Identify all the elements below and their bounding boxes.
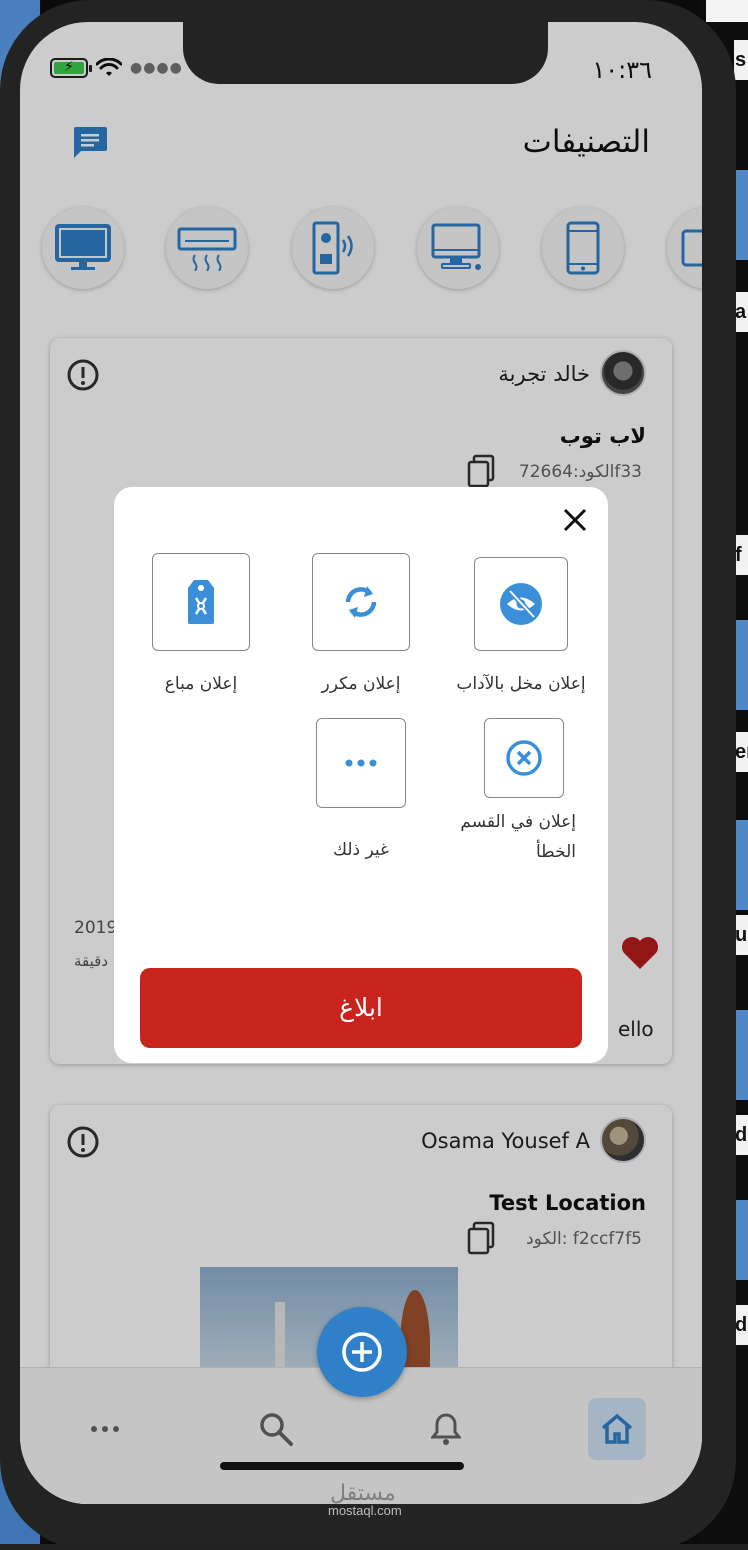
tab-notifications[interactable] [417,1398,475,1460]
tv-icon [55,224,111,270]
post-code: الكود:72664f33 [518,462,642,482]
report-modal: إعلان مخل بالآداب إعلان مكرر إعلان مباع … [114,487,608,1063]
report-option-indecent[interactable] [474,557,568,651]
close-circle-icon [506,740,542,776]
air-conditioner-icon [177,227,237,271]
chat-icon[interactable] [72,125,108,159]
category-speaker[interactable] [292,207,374,289]
status-time: ١٠:٣٦ [592,56,652,84]
report-option-label: إعلان في القسم الخطأ [444,807,604,867]
home-indicator [220,1462,464,1470]
report-option-label-line2: الخطأ [535,842,576,862]
report-option-sold[interactable] [152,553,250,651]
report-option-label: غير ذلك [333,840,389,860]
category-air-conditioner[interactable] [166,207,248,289]
post-username[interactable]: خالد تجربة [498,362,590,386]
watermark-text: mostaql.com [328,1503,402,1518]
avatar[interactable] [600,1117,646,1163]
category-mobile[interactable] [542,207,624,289]
category-desktop[interactable] [417,207,499,289]
tab-more[interactable] [76,1398,134,1460]
report-submit-button[interactable]: ابلاغ [140,968,582,1048]
report-option-duplicate[interactable] [312,553,410,651]
status-icons: ⚡ ●●●● [50,58,183,78]
report-option-label: إعلان مباع [164,674,238,694]
desktop-computer-icon [431,223,481,270]
bottom-edge [0,1544,748,1550]
close-icon[interactable] [560,505,590,535]
mobile-phone-icon [566,221,600,275]
report-option-label: إعلان مكرر [321,674,401,694]
background-thumb [706,0,748,22]
bg-fragment: er [734,732,748,772]
post-code: الكود: f2ccf7f5 [526,1229,642,1249]
speaker-icon [312,221,353,275]
post-title[interactable]: Test Location [489,1191,646,1215]
report-option-wrong-section[interactable] [484,718,564,798]
bg-fragment: d [734,1115,748,1155]
report-option-label: إعلان مخل بالآداب [456,674,586,694]
tablet-icon [681,229,702,267]
report-alert-icon[interactable] [66,358,100,392]
bg-fragment-blue [734,1200,748,1280]
refresh-icon [345,586,377,618]
more-dots-icon [345,759,377,767]
bg-fragment-blue [734,1010,748,1100]
copy-icon[interactable] [466,1221,496,1255]
bg-fragment: f [734,535,748,575]
notch [183,22,548,84]
post-time-ago: دقيقة [74,952,109,970]
page-title: التصنيفات [522,124,650,160]
wifi-icon [96,58,122,76]
plus-circle-icon [342,1332,382,1372]
add-post-button[interactable] [317,1307,407,1397]
copy-icon[interactable] [466,454,496,488]
battery-icon: ⚡ [50,58,92,78]
bg-fragment-blue [734,620,748,710]
stage: s a f er u d d ⚡ ●●●● ١٠:٣٦ [0,0,748,1550]
bg-fragment-blue [734,820,748,910]
hidden-eye-icon [500,583,542,625]
search-icon [260,1413,293,1446]
report-option-label-line1: إعلان في القسم [460,812,576,832]
heart-icon[interactable] [620,935,660,971]
tab-search[interactable] [247,1398,305,1460]
signal-icon: ●●●● [130,60,183,76]
avatar[interactable] [600,350,646,396]
sold-tag-icon [188,580,214,624]
bg-fragment: d [734,1305,748,1345]
comment-text: ello [618,1017,654,1041]
report-alert-icon[interactable] [66,1125,100,1159]
post-username[interactable]: Osama Yousef A [421,1129,590,1153]
post-date: 2019 [74,918,118,938]
bg-fragment: u [734,915,748,955]
report-option-other[interactable] [316,718,406,808]
category-tablet[interactable] [667,207,702,289]
post-title[interactable]: لاب توب [560,424,646,448]
bg-fragment: s [734,40,748,80]
category-tv[interactable] [42,207,124,289]
categories-row [40,207,702,297]
bell-icon [431,1413,461,1445]
bg-fragment-blue [734,170,748,260]
bg-fragment: a [734,292,748,332]
home-icon [601,1413,633,1444]
tab-home[interactable] [588,1398,646,1460]
more-dots-icon [91,1426,119,1432]
